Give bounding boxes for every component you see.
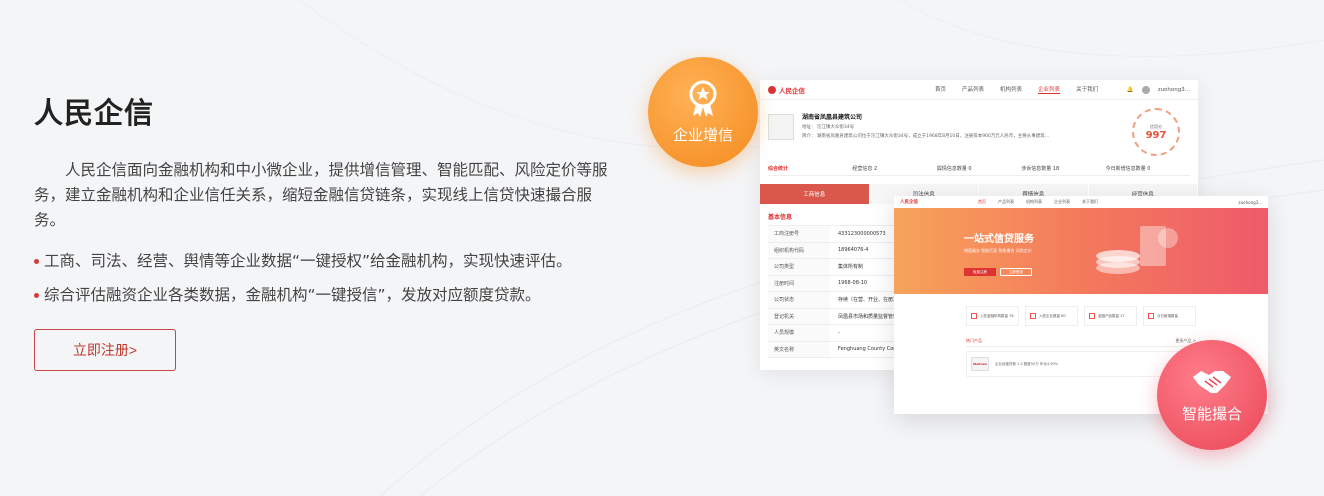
nav-item-active: 企业列表 [1038, 87, 1061, 94]
handshake-icon [1193, 370, 1231, 393]
hero-banner: 一站式信贷服务 增值服务 智能匹配 智能撮合 风险定价 免费注册 立即登录 [894, 208, 1268, 294]
logo: 人民企信 [768, 85, 805, 95]
credit-score: 信用分 997 [1132, 108, 1180, 156]
feature-item: 工商、司法、经营、舆情等企业数据“一键授权”给金融机构，实现快速评估。 [34, 251, 614, 271]
stat-cards: 入驻金融机构数量 76 入驻企业数量 60 金融产品数量 17 今日新增数量 [894, 294, 1268, 326]
award-medal-icon [689, 80, 717, 117]
feature-list: 工商、司法、经营、舆情等企业数据“一键授权”给金融机构，实现快速评估。 综合评估… [34, 251, 614, 305]
screenshot-menu: 首页 产品列表 机构列表 企业列表 关于我们 [935, 85, 1098, 94]
avatar [1141, 85, 1150, 94]
stats-bar: 综合统计 经营信息 2 舆情信息数量 0 涉诉信息数量 18 今日新增信息数量 … [768, 162, 1190, 176]
match-badge-label: 智能撮合 [1181, 404, 1242, 423]
company-intro: 简介： 湖南省凤凰县建筑公司位于沱江镇大众街34号，成立于1968年8月10日，… [802, 134, 1050, 139]
hero-title: 一站式信贷服务 [964, 234, 1034, 245]
company-name: 湖南省凤凰县建筑公司 [802, 114, 863, 121]
feature-item: 综合评估融资企业各类数据，金融机构“一键授信”，发放对应额度贷款。 [34, 285, 614, 305]
intro-copy: 人民企信 人民企信面向金融机构和中小微企业，提供增信管理、智能匹配、风险定价等服… [34, 90, 614, 319]
stat-card: 今日新增数量 [1143, 306, 1196, 326]
screenshot-nav: 人民企信 首页 产品列表 机构列表 企业列表 关于我们 🔔 zuohong3..… [760, 80, 1198, 100]
product-logo: Meituan [971, 357, 989, 371]
credit-badge-label: 企业增信 [672, 125, 733, 144]
company-header: 湖南省凤凰县建筑公司 地址： 沱江镇大众街34号 简介： 湖南省凤凰县建筑公司位… [768, 108, 1190, 156]
company-address: 地址： 沱江镇大众街34号 [802, 125, 855, 130]
hero-button: 立即登录 [1000, 268, 1032, 276]
nav-item: 首页 [935, 87, 947, 93]
match-badge: 智能撮合 [1157, 340, 1267, 450]
register-button[interactable]: 立即注册> [34, 329, 176, 371]
hero-subtitle: 增值服务 智能匹配 智能撮合 风险定价 [964, 248, 1032, 253]
section-description: 人民企信面向金融机构和中小微企业，提供增信管理、智能匹配、风险定价等服务，建立金… [34, 161, 608, 229]
user-area: 🔔 zuohong3... [1126, 85, 1190, 94]
screenshot-nav: 人民企信 首页 产品列表 机构列表 企业列表 关于我们 zuohong3... [900, 199, 1262, 205]
bell-icon: 🔔 [1126, 86, 1134, 93]
section-heading: 热门产品 更多产品 > [966, 338, 1196, 347]
hero-button: 免费注册 [964, 268, 996, 276]
tab: 工商信息 [760, 184, 870, 204]
stat-card: 金融产品数量 17 [1084, 306, 1137, 326]
building-icon [768, 114, 794, 140]
section-title: 人民企信 [34, 96, 155, 130]
stat-card: 入驻企业数量 60 [1025, 306, 1078, 326]
nav-item: 机构列表 [1000, 87, 1023, 93]
credit-badge: 企业增信 [648, 57, 758, 167]
nav-item: 产品列表 [962, 87, 985, 93]
nav-item: 关于我们 [1076, 87, 1099, 93]
coin-illustration-icon [1096, 226, 1178, 274]
stat-card: 入驻金融机构数量 76 [966, 306, 1019, 326]
